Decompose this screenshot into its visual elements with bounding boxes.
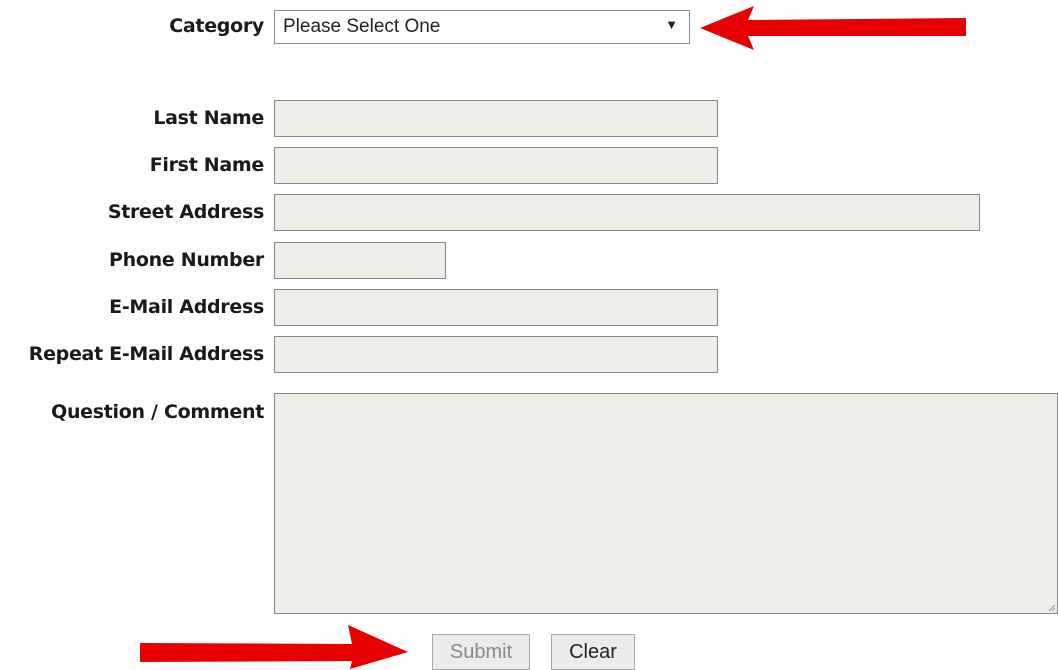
category-select-value: Please Select One xyxy=(283,16,441,37)
clear-button[interactable]: Clear xyxy=(551,634,635,670)
red-arrow-right-icon xyxy=(140,625,408,669)
last-name-label: Last Name xyxy=(153,107,264,129)
category-select[interactable]: Please Select One ▼ xyxy=(274,10,690,44)
phone-number-field[interactable] xyxy=(274,242,446,279)
chevron-down-icon: ▼ xyxy=(665,17,678,32)
red-arrow-left-icon xyxy=(700,6,966,50)
question-comment-textarea[interactable] xyxy=(274,393,1058,614)
question-comment-label: Question / Comment xyxy=(51,401,264,423)
first-name-field[interactable] xyxy=(274,147,718,184)
first-name-label: First Name xyxy=(149,154,265,176)
submit-button[interactable]: Submit xyxy=(432,634,530,670)
repeat-email-address-label: Repeat E-Mail Address xyxy=(28,343,265,365)
email-address-field[interactable] xyxy=(274,289,718,326)
street-address-label: Street Address xyxy=(107,201,264,223)
resize-handle-icon[interactable] xyxy=(1048,604,1056,612)
category-label: Category xyxy=(169,15,264,37)
email-address-label: E-Mail Address xyxy=(109,296,264,318)
repeat-email-address-field[interactable] xyxy=(274,336,718,373)
last-name-field[interactable] xyxy=(274,100,718,137)
phone-number-label: Phone Number xyxy=(108,249,264,271)
street-address-field[interactable] xyxy=(274,194,980,231)
